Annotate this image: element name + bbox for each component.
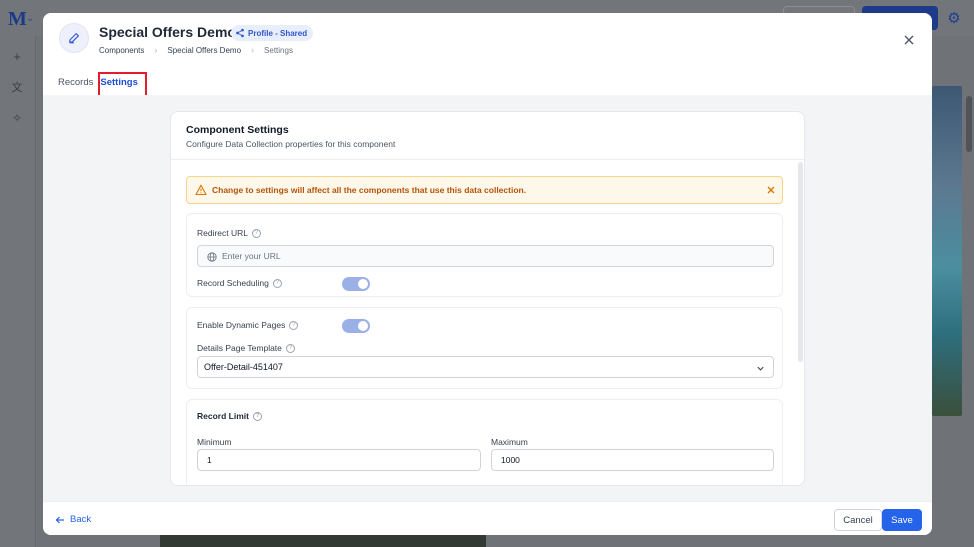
dynamic-pages-label-text: Enable Dynamic Pages	[197, 320, 286, 330]
help-icon[interactable]: ?	[289, 320, 299, 330]
background-image	[160, 534, 486, 547]
alert-message: Change to settings will affect all the c…	[212, 185, 527, 195]
details-template-value: Offer-Detail-451407	[204, 362, 283, 372]
record-scheduling-label: Record Scheduling ?	[197, 278, 282, 288]
details-template-label-text: Details Page Template	[197, 343, 282, 353]
record-scheduling-label-text: Record Scheduling	[197, 278, 269, 288]
share-icon	[236, 28, 244, 38]
help-icon[interactable]: ?	[252, 411, 262, 421]
dynamic-pages-label: Enable Dynamic Pages ?	[197, 320, 299, 330]
record-scheduling-toggle[interactable]	[342, 277, 370, 291]
back-label: Back	[70, 514, 92, 525]
minimum-label: Minimum	[197, 437, 232, 447]
gear-icon: ⚙	[947, 10, 961, 27]
card-title: Component Settings	[186, 124, 289, 136]
back-button[interactable]: Back	[55, 514, 91, 525]
help-icon[interactable]: ?	[252, 228, 262, 238]
globe-icon	[207, 252, 217, 262]
app-logo: M	[8, 8, 27, 30]
minimum-value: 1	[207, 455, 212, 465]
component-settings-modal: Special Offers Demo Profile - Shared Com…	[43, 13, 932, 535]
chevron-down-icon	[757, 366, 764, 371]
record-limit-label-text: Record Limit	[197, 411, 249, 421]
maximum-label: Maximum	[491, 437, 528, 447]
redirect-url-label: Redirect URL ?	[197, 228, 262, 238]
chevron-right-icon: ›	[251, 45, 255, 55]
sparkle-icon: ✧	[11, 111, 23, 125]
save-button[interactable]: Save	[882, 509, 922, 531]
redirect-section: Redirect URL ? Enter your URL Record Sch…	[186, 213, 783, 297]
page-title: Special Offers Demo	[99, 24, 236, 40]
maximum-value: 1000	[501, 455, 520, 465]
plus-icon: +	[13, 49, 21, 64]
redirect-url-placeholder: Enter your URL	[222, 251, 281, 261]
dynamic-pages-toggle[interactable]	[342, 319, 370, 333]
details-template-select[interactable]: Offer-Detail-451407	[197, 356, 774, 378]
background-scrollbar	[966, 96, 972, 152]
translate-icon: 文	[11, 82, 23, 94]
card-scrollbar[interactable]	[798, 162, 803, 362]
breadcrumb-components[interactable]: Components	[99, 46, 144, 55]
modal-footer: Back Cancel Save	[43, 501, 932, 535]
maximum-input[interactable]: 1000	[491, 449, 774, 471]
card-header: Component Settings Configure Data Collec…	[171, 112, 804, 160]
chevron-right-icon: ›	[154, 45, 158, 55]
minimum-input[interactable]: 1	[197, 449, 481, 471]
chevron-down-icon: ⌄	[26, 13, 35, 24]
help-icon[interactable]: ?	[272, 278, 282, 288]
details-template-label: Details Page Template ?	[197, 343, 295, 353]
toggle-knob	[358, 321, 368, 331]
breadcrumb-settings: Settings	[264, 45, 293, 55]
pencil-icon	[69, 33, 79, 44]
card-subtitle: Configure Data Collection properties for…	[186, 139, 396, 149]
toggle-knob	[358, 279, 368, 289]
badge-label: Profile - Shared	[248, 28, 308, 38]
breadcrumb: Components › Special Offers Demo › Setti…	[99, 45, 293, 55]
warning-alert: Change to settings will affect all the c…	[186, 176, 783, 204]
breadcrumb-special-offers[interactable]: Special Offers Demo	[167, 46, 241, 55]
close-icon	[904, 35, 914, 45]
component-settings-card: Component Settings Configure Data Collec…	[170, 111, 805, 486]
background-image	[932, 86, 962, 416]
modal-header: Special Offers Demo Profile - Shared Com…	[43, 13, 932, 103]
edit-avatar	[59, 23, 89, 53]
dynamic-pages-section: Enable Dynamic Pages ? Details Page Temp…	[186, 307, 783, 389]
redirect-url-label-text: Redirect URL	[197, 228, 249, 238]
help-icon[interactable]: ?	[285, 343, 295, 353]
cancel-button[interactable]: Cancel	[834, 509, 882, 531]
redirect-url-input[interactable]: Enter your URL	[197, 245, 774, 267]
record-limit-label: Record Limit ?	[197, 411, 262, 421]
close-button[interactable]	[900, 31, 918, 49]
modal-body: Component Settings Configure Data Collec…	[43, 95, 932, 501]
arrow-left-icon	[55, 516, 64, 523]
background-sidebar: + 文 ✧	[0, 36, 36, 547]
warning-icon	[195, 184, 207, 196]
profile-shared-badge: Profile - Shared	[231, 25, 314, 41]
record-limit-section: Record Limit ? Minimum 1 Maximum 1000	[186, 399, 783, 485]
close-icon[interactable]	[766, 185, 776, 195]
